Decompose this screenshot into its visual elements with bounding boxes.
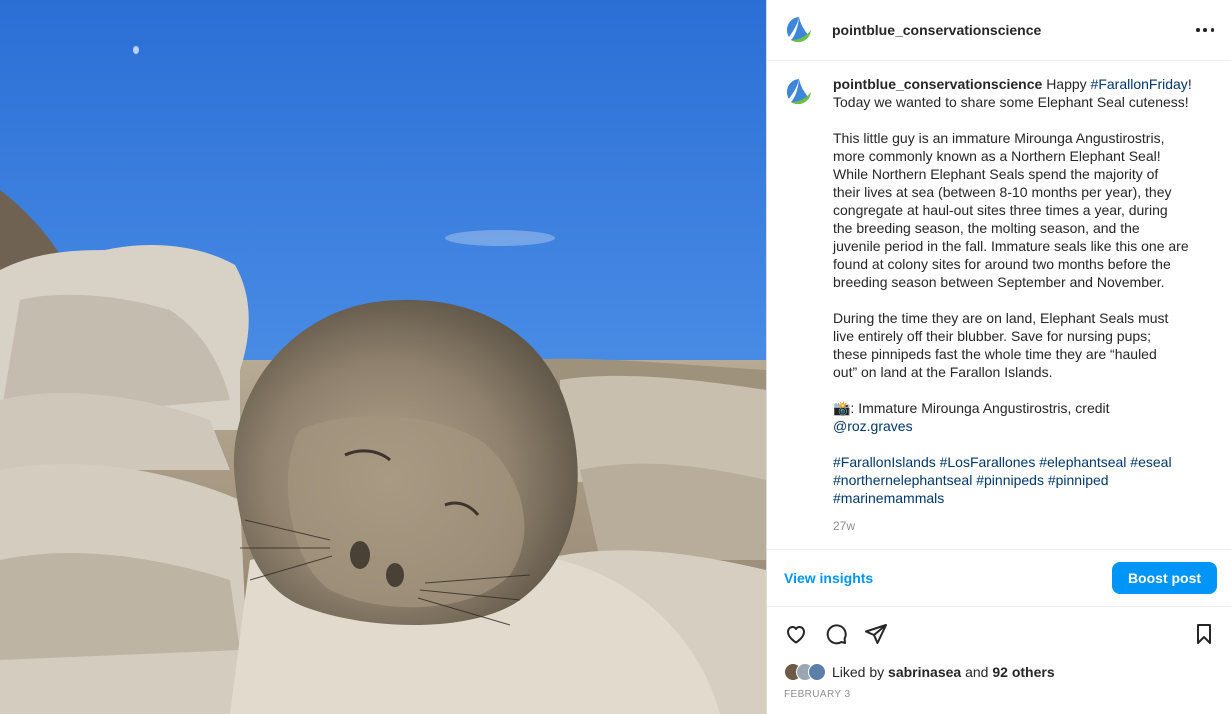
boost-post-button[interactable]: Boost post [1112, 562, 1217, 594]
post-photo[interactable] [0, 0, 766, 714]
hashtags-line-3[interactable]: #marinemammals [833, 490, 944, 506]
hashtags-line-1[interactable]: #FarallonIslands #LosFarallones #elephan… [833, 454, 1172, 470]
liked-and: and [965, 664, 989, 680]
likes-count-link[interactable]: 92 others [992, 664, 1054, 680]
comment-icon[interactable] [823, 621, 849, 647]
post-header: pointblue_conservationscience [767, 0, 1231, 61]
caption-timestamp[interactable]: 27w [833, 517, 1203, 535]
bookmark-icon[interactable] [1191, 621, 1217, 647]
account-username[interactable]: pointblue_conservationscience [832, 22, 1041, 38]
caption-intro: Happy [1046, 76, 1087, 92]
caption-text: pointblue_conservationscience Happy #Far… [833, 75, 1203, 549]
post-date: FEBRUARY 3 [784, 689, 851, 700]
seal-photo-image [0, 0, 766, 714]
likes-summary: Liked by sabrinasea and 92 others [784, 663, 1055, 681]
caption-avatar[interactable] [783, 76, 815, 108]
more-horizontal-icon[interactable] [1196, 21, 1214, 39]
liker-avatars[interactable] [784, 663, 826, 681]
credit-handle-link[interactable]: @roz.graves [833, 418, 913, 434]
photo-credit-text: 📸: Immature Mirounga Angustirostris, cre… [833, 400, 1110, 416]
liker-avatar [808, 663, 826, 681]
caption-username[interactable]: pointblue_conservationscience [833, 76, 1042, 92]
view-insights-link[interactable]: View insights [784, 570, 873, 586]
account-avatar[interactable] [783, 14, 815, 46]
insights-bar: View insights Boost post [767, 550, 1231, 607]
caption-paragraph-2: During the time they are on land, Elepha… [833, 310, 1169, 380]
liked-by-user[interactable]: sabrinasea [888, 664, 961, 680]
caption-paragraph-1: This little guy is an immature Mirounga … [833, 130, 1189, 290]
hashtag-link[interactable]: #FarallonFriday [1091, 76, 1188, 92]
liked-by-label: Liked by [832, 664, 885, 680]
hashtags-line-2[interactable]: #northernelephantseal #pinnipeds #pinnip… [833, 472, 1109, 488]
action-bar [767, 620, 1231, 648]
send-icon[interactable] [863, 621, 889, 647]
heart-icon[interactable] [783, 621, 809, 647]
caption-section: pointblue_conservationscience Happy #Far… [767, 61, 1231, 550]
post-detail-panel: pointblue_conservationscience pointblue_… [766, 0, 1231, 714]
